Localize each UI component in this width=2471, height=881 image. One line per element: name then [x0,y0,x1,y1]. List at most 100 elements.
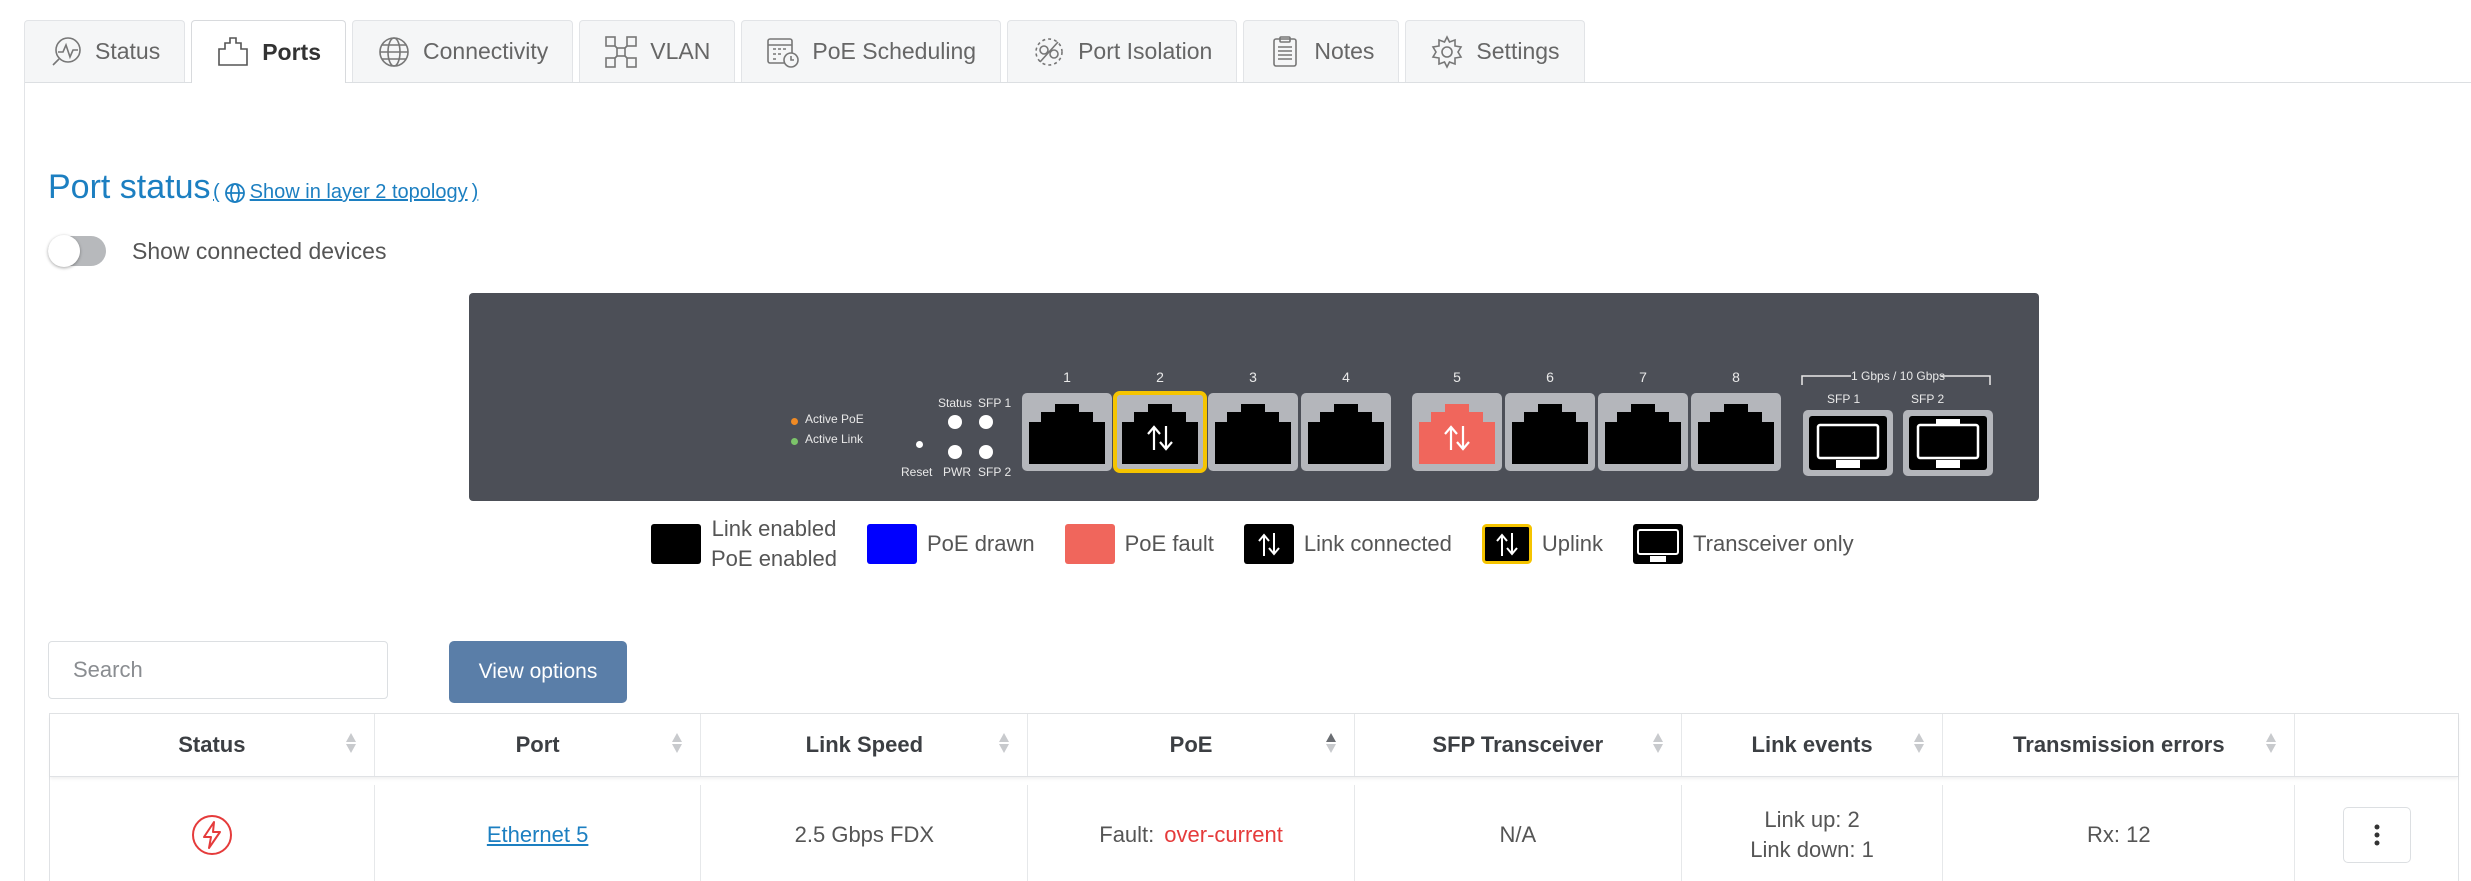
legend-label: PoE drawn [927,531,1035,556]
port-number: 7 [1639,369,1647,385]
sort-icon [999,733,1010,753]
lightning-fault-icon [191,814,232,855]
port-4[interactable] [1301,393,1391,471]
port-1[interactable] [1022,393,1112,471]
notes-icon [1273,35,1298,67]
port-number: 2 [1156,369,1164,385]
column-header-actions [2295,714,2458,776]
rj45-jack-icon [1215,404,1291,464]
port-8[interactable] [1691,393,1781,471]
legend-label: Uplink [1541,531,1604,556]
kebab-menu-icon [2374,824,2380,845]
tab-label: Status [95,38,161,64]
sfp-speed-label: 1 Gbps / 10 Gbps [1851,369,1946,383]
tab-bar: Status Ports Connectivity VLAN PoE Sched… [24,20,1585,83]
cell-poe: Fault: over-current [1028,785,1355,881]
poe-fault-text: over-current [1164,821,1283,847]
status-led [948,415,962,429]
port-number: 8 [1732,369,1740,385]
rj45-jack-icon [1512,404,1588,464]
port-number: 4 [1342,369,1350,385]
tab-label: Notes [1314,38,1375,64]
cell-sfp: N/A [1355,785,1682,881]
tab-divider [24,82,2471,83]
tab-notes[interactable]: Notes [1243,20,1400,82]
poe-prefix: Fault: [1099,821,1155,847]
paren-open: ( [213,181,220,203]
tab-status[interactable]: Status [24,20,186,82]
column-header-status[interactable]: Status [50,714,375,776]
toggle-knob [48,235,80,267]
sfp2-led [979,445,993,459]
column-label: SFP Transceiver [1432,732,1604,757]
cell-actions [2295,785,2458,881]
search-input[interactable] [48,641,388,699]
tab-port-isolation[interactable]: Port Isolation [1007,20,1238,82]
link-connected-icon [1419,404,1495,464]
port-6[interactable] [1505,393,1595,471]
sort-icon [345,733,356,753]
column-header-transmission-errors[interactable]: Transmission errors [1943,714,2296,776]
port-icon [218,37,249,66]
legend-link-connected: Link connected [1243,524,1452,564]
tab-vlan[interactable]: VLAN [579,20,736,82]
link-led [791,438,798,445]
port-number: 5 [1453,369,1461,385]
reset-button[interactable] [916,441,923,448]
sfp-port-1[interactable] [1803,410,1893,476]
cell-link-speed: 2.5 Gbps FDX [701,785,1029,881]
show-connected-toggle[interactable] [48,235,106,267]
column-label: Transmission errors [2013,732,2225,757]
column-header-sfp-transceiver[interactable]: SFP Transceiver [1355,714,1682,776]
row-actions-button[interactable] [2342,806,2411,863]
tab-connectivity[interactable]: Connectivity [352,20,574,82]
view-options-button[interactable]: View options [449,641,627,703]
sfp-port-2[interactable] [1903,410,1993,476]
tab-settings[interactable]: Settings [1405,20,1585,82]
show-connected-row: Show connected devices [48,235,387,267]
isolation-icon [1035,37,1063,66]
led-legend-link: Active Link [805,432,864,446]
tab-label: Settings [1476,38,1560,64]
column-header-link-events[interactable]: Link events [1682,714,1944,776]
column-header-link-speed[interactable]: Link Speed [701,714,1029,776]
port-2[interactable] [1113,391,1207,473]
legend-label: PoE fault [1124,531,1214,556]
rj45-jack-icon [1605,404,1681,464]
tab-ports[interactable]: Ports [191,20,347,83]
show-connected-label: Show connected devices [132,237,387,264]
sfp1-led [979,415,993,429]
ports-table: Status Port Link Speed PoE SFP Transceiv… [49,713,2459,881]
panel-border [24,82,25,881]
status-led-label: Status [938,396,973,410]
column-header-poe[interactable]: PoE [1028,714,1355,776]
rj45-jack-icon [1308,404,1384,464]
link-down: Link down: 1 [1750,836,1874,862]
tab-label: PoE Scheduling [812,38,977,64]
port-legend: Link enabled PoE enabled PoE drawn PoE f… [651,514,1884,574]
legend-link-enabled: Link enabled PoE enabled [651,514,837,574]
port-5[interactable] [1412,393,1502,471]
cell-link-events: Link up: 2 Link down: 1 [1682,785,1944,881]
sort-icon [1325,733,1336,753]
sort-icon [2266,733,2277,753]
port-3[interactable] [1208,393,1298,471]
column-header-port[interactable]: Port [375,714,702,776]
port-number: 6 [1546,369,1554,385]
sfp-port-label: SFP 2 [1911,392,1945,406]
topology-link[interactable]: ( Show in layer 2 topology ) [213,181,478,204]
switch-faceplate: Active PoE Active Link Status SFP 1 Rese… [469,293,2039,501]
globe-icon [379,36,409,67]
legend-label: Transceiver only [1693,531,1854,556]
calendar-clock-icon [767,37,800,68]
page-title: Port status [48,168,211,206]
port-7[interactable] [1598,393,1688,471]
tab-poe-scheduling[interactable]: PoE Scheduling [741,20,1002,82]
link-connected-icon [1122,404,1198,464]
rj45-jack-icon [1029,404,1105,464]
port-link[interactable]: Ethernet 5 [487,822,589,848]
uplink-icon [1481,524,1532,564]
legend-uplink: Uplink [1481,524,1604,564]
link-connected-icon [1243,524,1294,564]
tab-label: Connectivity [423,38,549,64]
